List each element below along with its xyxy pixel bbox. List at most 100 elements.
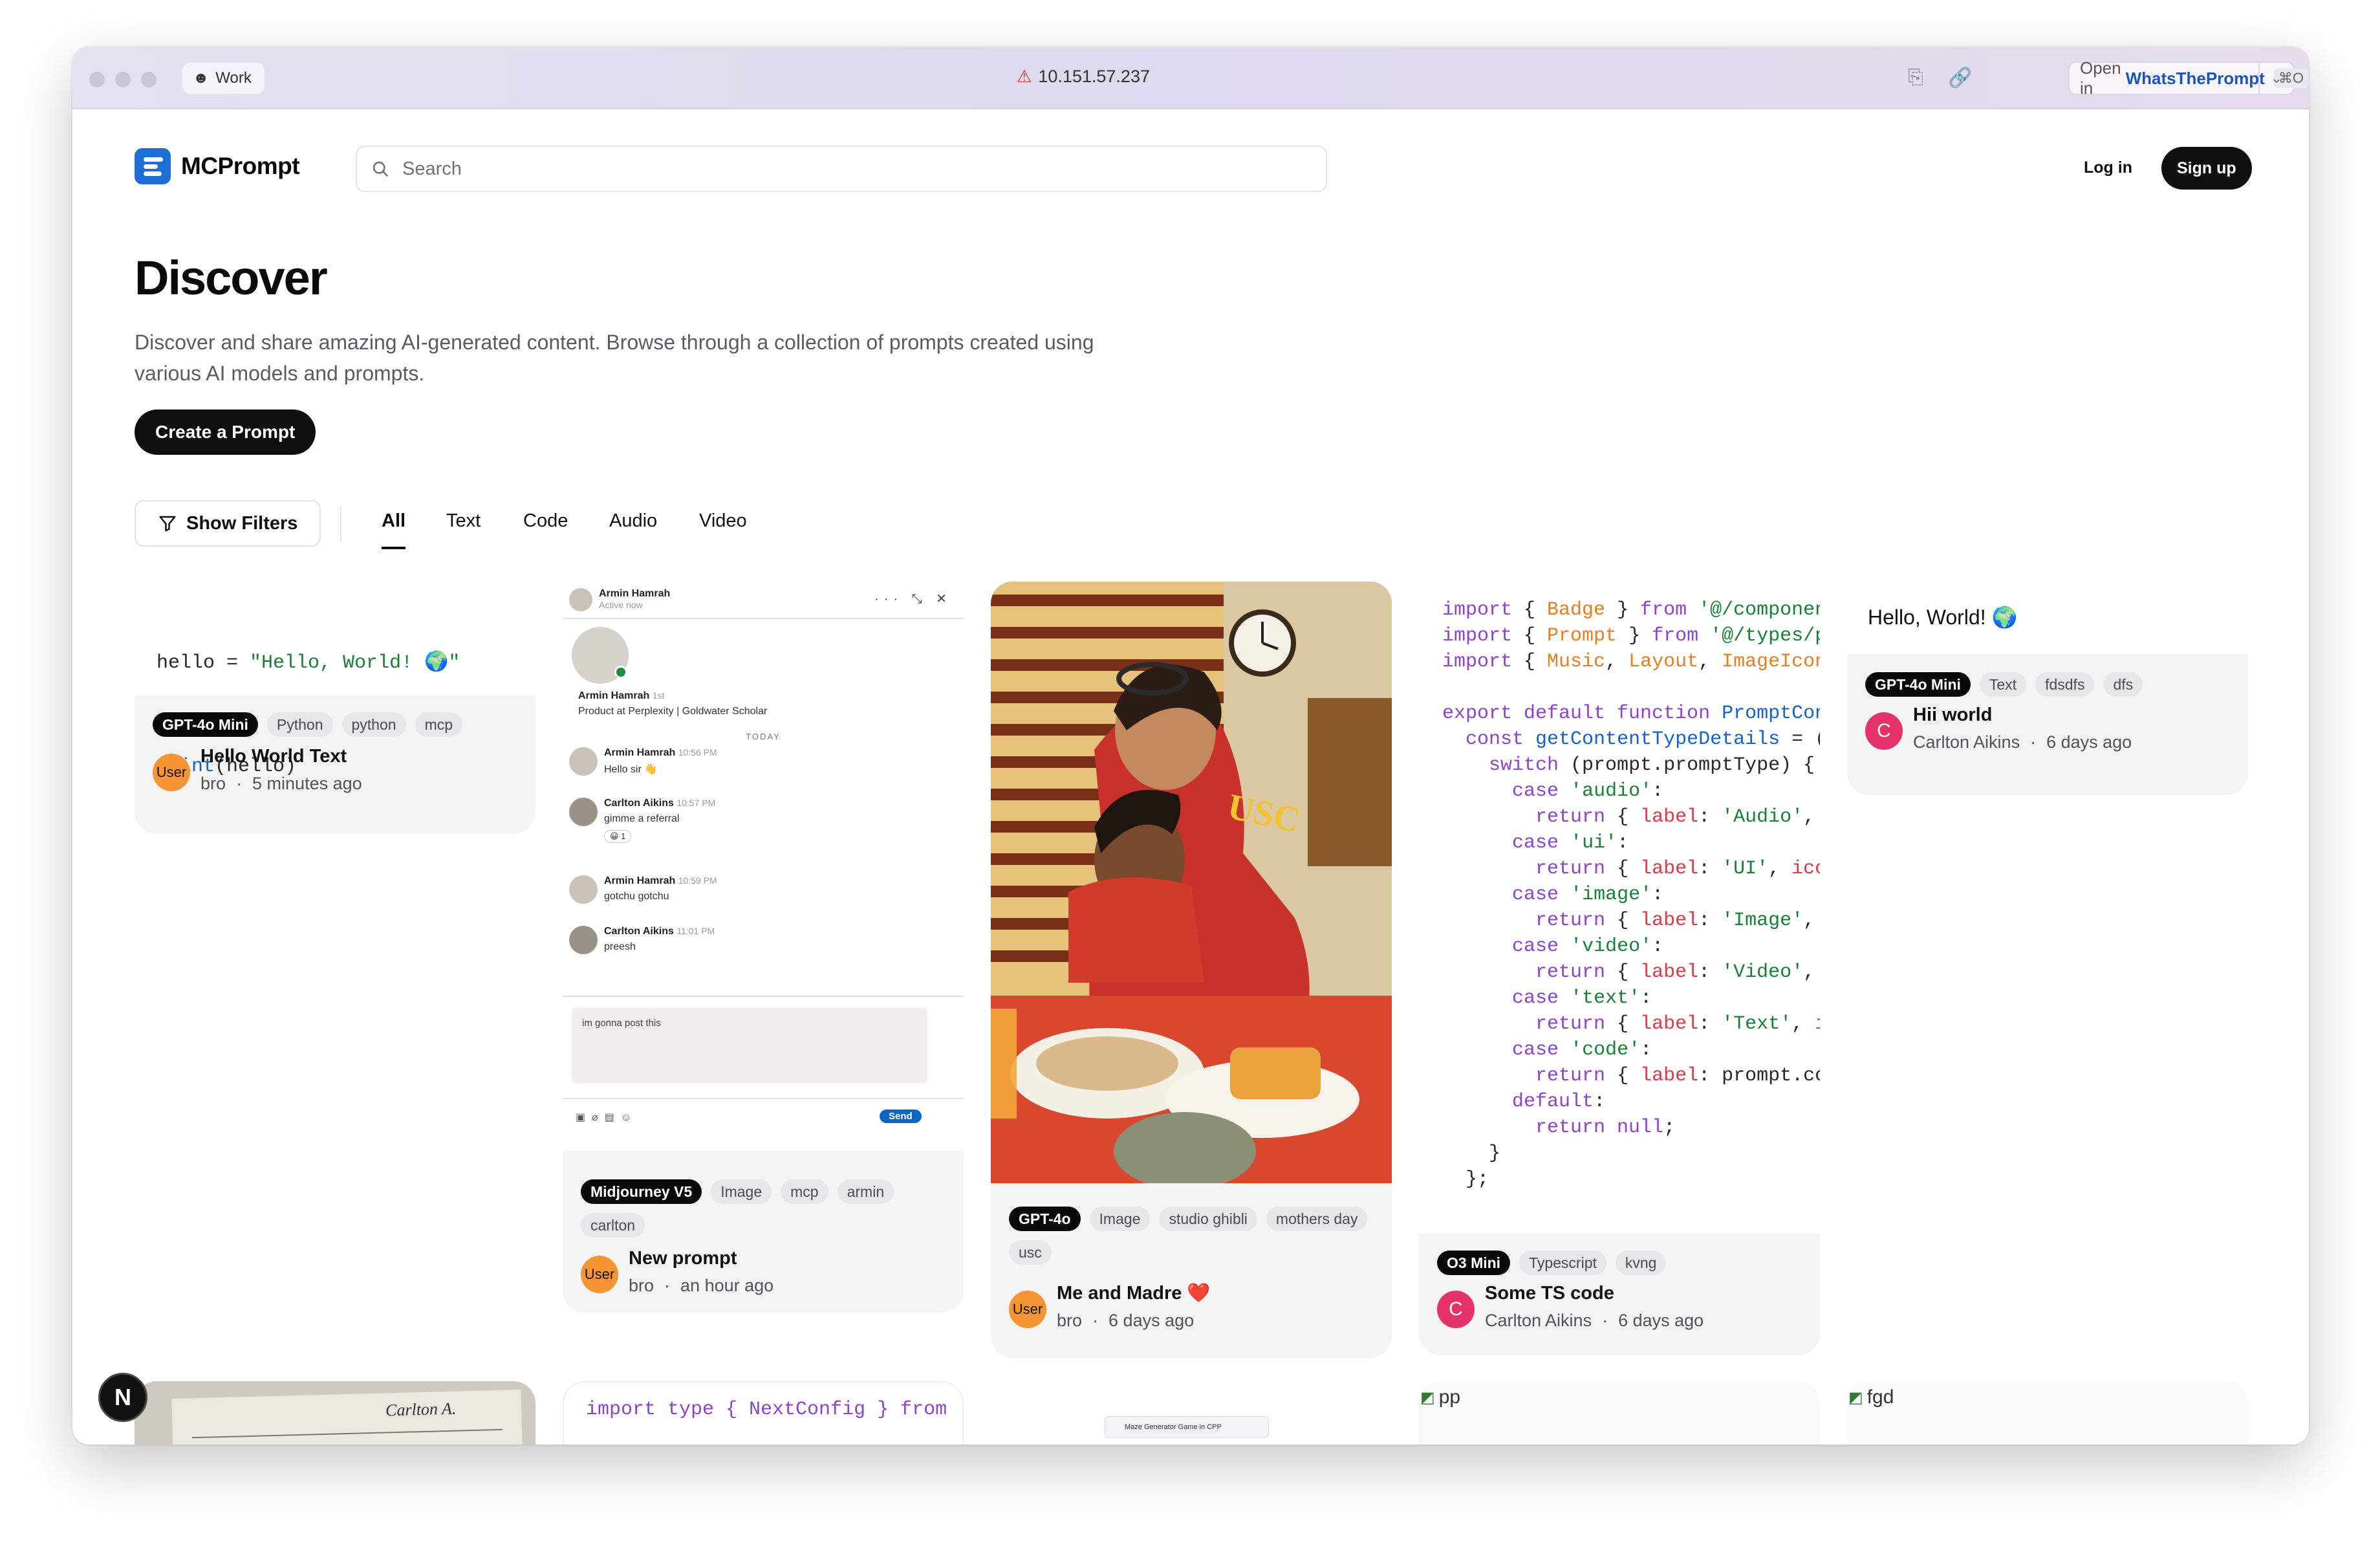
code-preview: import { Badge } from '@/components/ui/b…	[1442, 599, 1820, 1190]
tab-all[interactable]: All	[382, 510, 406, 549]
image-alt-text: fgd	[1866, 1386, 1894, 1408]
page-subtitle: Discover and share amazing AI-generated …	[135, 331, 1094, 385]
chat-message: Carlton Aikins 10:57 PM gimme a referral 😀…	[569, 798, 715, 843]
prompt-card-hii-world[interactable]: Hello, World! 🌍 GPT-4o Mini Text fdsdfs …	[1847, 582, 2248, 795]
prompt-card-maze-game[interactable]: Maze Generator Game in CPP	[991, 1381, 1392, 1445]
tag[interactable]: usc	[1009, 1240, 1052, 1265]
page-content: MCPrompt Log in Sign up Discover Discove…	[72, 109, 2309, 1445]
tag[interactable]: fdsdfs	[2035, 672, 2095, 697]
open-in-app-button[interactable]: Open in WhatsThePrompt ⌘O ⌄	[2068, 58, 2308, 98]
chat-name: Armin Hamrah	[599, 588, 671, 599]
tag[interactable]: kvng	[1615, 1251, 1667, 1275]
tag-list: O3 Mini Typescript kvng	[1419, 1251, 1820, 1275]
chat-screenshot: Armin Hamrah Active now ··· ⤡ ✕ Armin Ham…	[563, 582, 964, 1151]
author-name: bro	[629, 1276, 654, 1295]
reaction-badge: 😀 1	[604, 830, 632, 843]
tag-list: GPT-4o Mini Python python mcp	[135, 712, 536, 737]
search-input[interactable]	[402, 158, 1243, 180]
tab-code[interactable]: Code	[523, 510, 568, 549]
model-tag[interactable]: GPT-4o Mini	[153, 712, 258, 737]
chevron-down-icon[interactable]: ⌄	[2258, 63, 2293, 94]
document-handwriting: Carlton A.	[385, 1399, 457, 1420]
show-filters-button[interactable]: Show Filters	[135, 500, 321, 547]
model-tag[interactable]: O3 Mini	[1437, 1251, 1511, 1275]
image-alt-text: pp	[1438, 1386, 1461, 1408]
reader-icon[interactable]: ⎘	[1908, 67, 1923, 89]
profile-degree: 1st	[652, 690, 665, 701]
tag[interactable]: armin	[837, 1179, 894, 1204]
browser-window: ☻ Work ⚠ 10.151.57.237 ⎘ 🔗 Open in Whats…	[72, 47, 2309, 1445]
tag[interactable]: studio ghibli	[1159, 1207, 1257, 1231]
prompt-card-handwritten-doc[interactable]: Carlton A.	[135, 1381, 536, 1445]
tag[interactable]: python	[341, 712, 406, 737]
prompt-card-next-config[interactable]: import type { NextConfig } from 'n	[563, 1381, 964, 1445]
card-preview: import { Badge } from '@/components/ui/b…	[1419, 582, 1820, 1234]
signup-button[interactable]: Sign up	[2161, 147, 2252, 190]
avatar	[569, 747, 598, 776]
card-author: C Some TS code Carlton Aikins · 6 days ago	[1437, 1280, 1704, 1335]
create-prompt-button[interactable]: Create a Prompt	[135, 410, 316, 455]
search-box[interactable]	[356, 146, 1327, 192]
link-icon[interactable]: 🔗	[1948, 67, 1972, 89]
card-title[interactable]: Some TS code	[1485, 1280, 1704, 1306]
minimize-window-button[interactable]	[115, 72, 131, 87]
tag[interactable]: mcp	[781, 1179, 828, 1204]
chat-draft-input: im gonna post this	[572, 1007, 927, 1084]
tag[interactable]: Image	[711, 1179, 772, 1204]
online-indicator-icon	[614, 666, 627, 679]
card-title[interactable]: Hii world	[1913, 702, 2132, 728]
filter-icon	[159, 516, 176, 532]
card-title[interactable]: Me and Madre ❤️	[1057, 1280, 1211, 1306]
tag[interactable]: Typescript	[1519, 1251, 1606, 1275]
tag[interactable]: Python	[266, 712, 333, 737]
author-name: bro	[200, 774, 226, 793]
model-tag[interactable]: GPT-4o	[1009, 1207, 1081, 1231]
prompt-card-ts-code[interactable]: import { Badge } from '@/components/ui/b…	[1419, 582, 1820, 1355]
profile-label: Work	[215, 69, 252, 87]
tag[interactable]: carlton	[581, 1213, 645, 1238]
model-tag[interactable]: GPT-4o Mini	[1865, 672, 1971, 697]
card-title[interactable]: New prompt	[629, 1245, 774, 1271]
card-time: 6 days ago	[1618, 1311, 1704, 1330]
tag[interactable]: mcp	[415, 712, 463, 737]
open-in-app-name: WhatsThePrompt	[2125, 68, 2265, 88]
card-title[interactable]: Hello World Text	[200, 743, 362, 769]
avatar: User	[581, 1256, 618, 1293]
filter-divider	[340, 507, 341, 541]
nextjs-dev-badge[interactable]: N	[98, 1373, 147, 1422]
generated-image: USC	[991, 582, 1392, 1183]
tag[interactable]: Text	[1979, 672, 2027, 697]
zoom-window-button[interactable]	[141, 72, 157, 87]
login-link[interactable]: Log in	[2084, 158, 2132, 177]
model-tag[interactable]: Midjourney V5	[581, 1179, 702, 1204]
avatar	[569, 926, 598, 954]
tag[interactable]: mothers day	[1266, 1207, 1368, 1231]
prompt-card-me-and-madre[interactable]: USC GPT-4o Image studio ghibli mothers d…	[991, 582, 1392, 1358]
close-window-button[interactable]	[89, 72, 105, 87]
reaction-count: 1	[621, 831, 626, 841]
prompt-card-pp[interactable]: ◩ pp	[1419, 1381, 1820, 1445]
tab-text[interactable]: Text	[446, 510, 481, 549]
tab-audio[interactable]: Audio	[609, 510, 657, 549]
avatar	[569, 798, 598, 826]
tag[interactable]: Image	[1089, 1207, 1151, 1231]
site-logo[interactable]: MCPrompt	[135, 148, 300, 184]
chat-sender: Armin Hamrah	[604, 875, 676, 886]
chat-text: gotchu gotchu	[604, 891, 669, 902]
address-bar[interactable]: ⚠ 10.151.57.237	[1017, 67, 1150, 87]
card-time: 6 days ago	[1109, 1311, 1195, 1330]
browser-profile[interactable]: ☻ Work	[182, 63, 265, 94]
broken-image: ◩ fgd	[1848, 1386, 1894, 1408]
code-preview: import type { NextConfig } from 'n	[586, 1399, 964, 1421]
prompt-card-new-prompt[interactable]: Armin Hamrah Active now ··· ⤡ ✕ Armin Ham…	[563, 582, 964, 1313]
prompt-card-hello-world[interactable]: hello = "Hello, World! 🌍" print(hello) G…	[135, 582, 536, 834]
prompt-card-fgd[interactable]: ◩ fgd	[1847, 1381, 2248, 1445]
tag[interactable]: dfs	[2103, 672, 2143, 697]
card-author: User Hello World Text bro · 5 minutes ago	[153, 743, 362, 798]
broken-image: ◩ pp	[1420, 1386, 1460, 1408]
chat-time: 10:57 PM	[676, 798, 716, 808]
card-time: 5 minutes ago	[252, 774, 362, 793]
code-text: "Hello, World! 🌍"	[250, 652, 460, 674]
tab-video[interactable]: Video	[699, 510, 747, 549]
card-time: 6 days ago	[2046, 732, 2132, 752]
